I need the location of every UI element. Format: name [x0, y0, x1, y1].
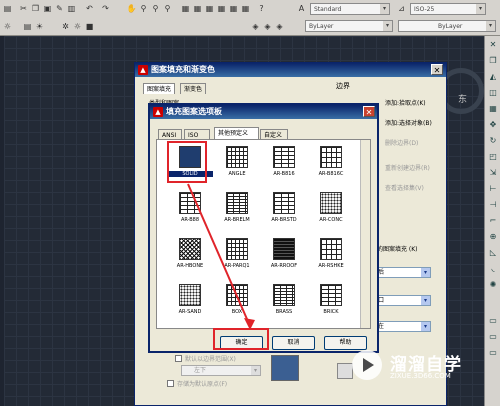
watermark-url: ZIXUE.3D66.COM: [390, 372, 451, 380]
watermark: 溜溜自学 ZIXUE.3D66.COM: [350, 344, 500, 388]
arrow-head: [244, 318, 255, 330]
arrow-line: [187, 183, 251, 327]
play-logo-icon: [352, 350, 382, 380]
